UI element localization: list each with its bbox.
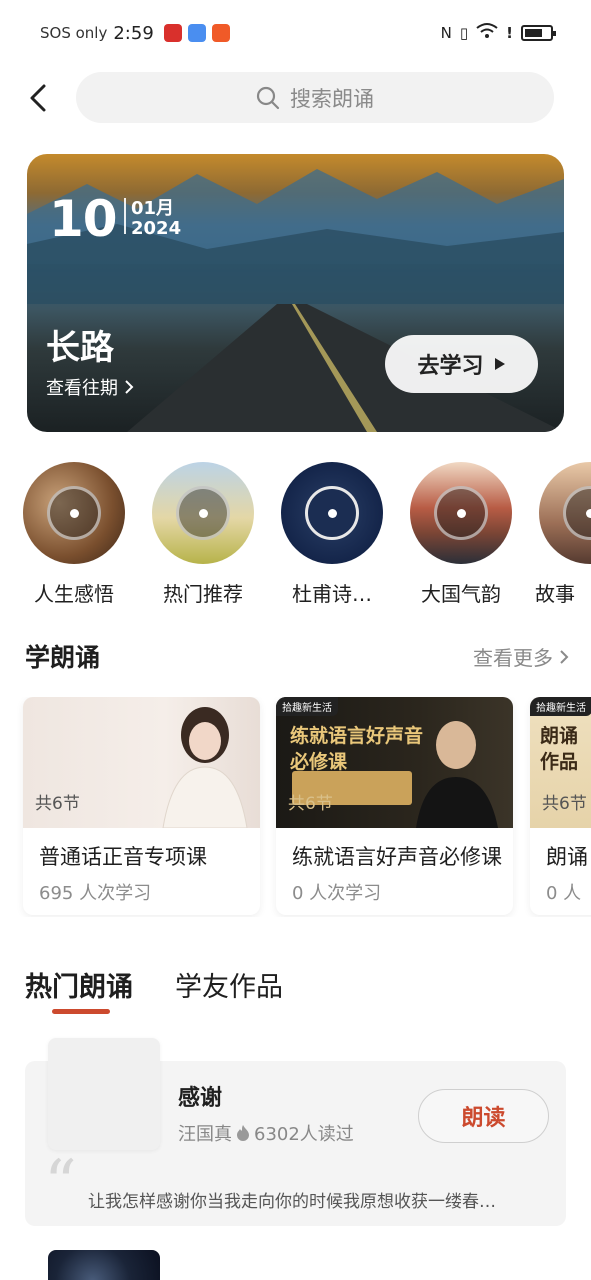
back-button[interactable] bbox=[18, 78, 58, 118]
category-item[interactable]: 杜甫诗… bbox=[277, 462, 387, 607]
course-card[interactable]: 拾趣新生活 朗诵 作品 共6节 朗诵 0 人 bbox=[530, 697, 591, 915]
cover-headline-text: 朗诵 作品 bbox=[540, 725, 579, 773]
category-label: 大国气韵 bbox=[421, 582, 501, 606]
course-stat: 0 人次学习 bbox=[292, 883, 382, 904]
category-label: 故事 bbox=[535, 582, 575, 606]
tab-hot-recitation[interactable]: 热门朗诵 bbox=[25, 965, 133, 1004]
category-item[interactable]: 故事 bbox=[535, 462, 591, 607]
poem-author: 汪国真 bbox=[178, 1124, 232, 1145]
tab-classmate-works[interactable]: 学友作品 bbox=[175, 965, 283, 1004]
go-learn-label: 去学习 bbox=[417, 354, 484, 379]
view-past-label: 查看往期 bbox=[46, 378, 118, 399]
poem-title: 感谢 bbox=[178, 1086, 223, 1111]
category-cover bbox=[410, 462, 512, 564]
category-list: 人生感悟 热门推荐 杜甫诗… 大国气韵 故事 bbox=[0, 462, 591, 612]
chevron-right-icon bbox=[560, 649, 569, 664]
search-icon bbox=[256, 86, 280, 109]
course-stat: 695 人次学习 bbox=[39, 883, 152, 904]
chevron-left-icon bbox=[30, 84, 46, 112]
play-icon bbox=[494, 358, 505, 370]
view-past-link[interactable]: 查看往期 bbox=[46, 374, 134, 400]
app-notification-icon bbox=[187, 24, 206, 42]
see-more-link[interactable]: 查看更多 bbox=[473, 642, 569, 671]
category-cover bbox=[539, 462, 591, 564]
banner-title: 长路 bbox=[46, 328, 114, 368]
go-learn-button[interactable]: 去学习 bbox=[385, 335, 538, 393]
category-cover bbox=[23, 462, 125, 564]
course-name: 练就语言好声音必修课 bbox=[292, 845, 502, 869]
alert-icon: ! bbox=[506, 24, 513, 42]
lesson-count: 共6节 bbox=[35, 794, 80, 814]
flame-icon bbox=[237, 1125, 249, 1141]
date-divider bbox=[124, 198, 126, 234]
chevron-right-icon bbox=[125, 380, 134, 394]
lesson-count: 共6节 bbox=[542, 794, 587, 814]
course-stat: 0 人 bbox=[546, 883, 582, 904]
search-input[interactable]: 搜索朗诵 bbox=[76, 72, 554, 123]
status-bar: SOS only 2:59 N ▯ ! bbox=[0, 0, 591, 66]
course-name: 朗诵 bbox=[546, 845, 588, 869]
daily-banner[interactable]: 10 01月 2024 长路 查看往期 去学习 bbox=[27, 154, 564, 432]
cover-headline: 朗诵 作品 bbox=[540, 723, 578, 775]
course-card[interactable]: 拾趣新生活 练就语言好声音 必修课 共6节 练就语言好声音必修课 0 人次学习 bbox=[276, 697, 513, 915]
category-label: 人生感悟 bbox=[34, 582, 114, 606]
next-poem-cover[interactable] bbox=[48, 1250, 160, 1280]
cover-tag: 拾趣新生活 bbox=[530, 697, 591, 716]
recitation-tabs: 热门朗诵 学友作品 bbox=[25, 965, 283, 1004]
cover-headline-text: 练就语言好声音 必修课 bbox=[290, 725, 424, 773]
search-placeholder: 搜索朗诵 bbox=[290, 86, 374, 111]
recite-label: 朗读 bbox=[461, 1106, 506, 1131]
banner-month: 01月 bbox=[131, 198, 175, 219]
poem-reads: 6302人读过 bbox=[254, 1124, 354, 1145]
category-cover bbox=[152, 462, 254, 564]
category-label: 杜甫诗… bbox=[292, 582, 372, 606]
see-more-label: 查看更多 bbox=[473, 646, 553, 670]
category-cover bbox=[281, 462, 383, 564]
quote-icon: “ bbox=[44, 1147, 77, 1221]
category-item[interactable]: 大国气韵 bbox=[406, 462, 516, 607]
category-item[interactable]: 热门推荐 bbox=[148, 462, 258, 607]
download-notification-icon bbox=[211, 24, 230, 42]
course-name: 普通话正音专项课 bbox=[39, 845, 207, 869]
poem-meta: 汪国真 6302人读过 bbox=[178, 1120, 354, 1146]
banner-day: 10 bbox=[49, 190, 118, 248]
app-notification-icon bbox=[163, 24, 182, 42]
poem-cover bbox=[48, 1038, 160, 1150]
cover-headline: 练就语言好声音 必修课 bbox=[290, 723, 423, 775]
recite-button[interactable]: 朗读 bbox=[418, 1089, 549, 1143]
category-label: 热门推荐 bbox=[163, 582, 243, 606]
banner-year: 2024 bbox=[131, 218, 182, 239]
course-list: 共6节 普通话正音专项课 695 人次学习 拾趣新生活 练就语言好声音 必修课 … bbox=[0, 697, 591, 917]
nfc-icon: N bbox=[440, 24, 452, 42]
poem-excerpt: 让我怎样感谢你当我走向你的时候我原想收获一缕春… bbox=[88, 1192, 496, 1212]
cover-tag: 拾趣新生活 bbox=[276, 697, 338, 716]
course-card[interactable]: 共6节 普通话正音专项课 695 人次学习 bbox=[23, 697, 260, 915]
wifi-icon bbox=[476, 22, 498, 44]
battery-icon bbox=[521, 25, 556, 41]
section-title: 学朗诵 bbox=[25, 643, 101, 672]
category-item[interactable]: 人生感悟 bbox=[19, 462, 129, 607]
active-tab-indicator bbox=[52, 1009, 110, 1014]
vibrate-icon: ▯ bbox=[459, 24, 469, 42]
lesson-count: 共6节 bbox=[288, 794, 333, 814]
carrier-text: SOS only bbox=[40, 24, 108, 42]
clock: 2:59 bbox=[113, 22, 154, 44]
